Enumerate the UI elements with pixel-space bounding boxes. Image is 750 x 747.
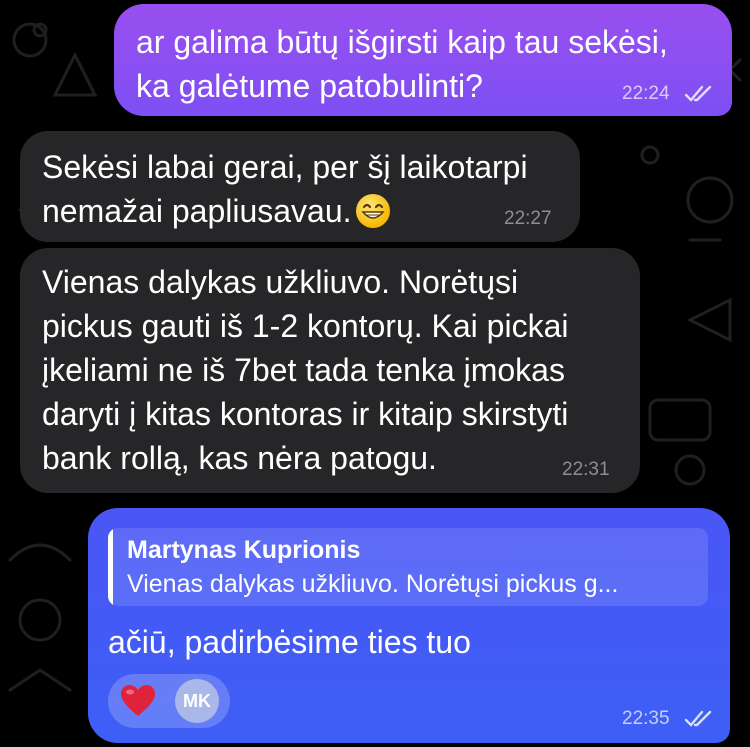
reply-author: Martynas Kuprionis <box>127 536 361 564</box>
double-check-icon <box>684 710 712 727</box>
message-text: ačiū, padirbėsime ties tuo <box>108 624 471 660</box>
reply-bar <box>108 528 113 606</box>
message-text: Sekėsi labai gerai, per šį laikotarpi ne… <box>42 149 528 229</box>
double-check-icon <box>684 85 712 102</box>
reaction-chip[interactable]: MK <box>108 674 230 728</box>
message-timestamp: 22:24 <box>622 83 670 104</box>
message-timestamp: 22:35 <box>622 708 670 729</box>
message-timestamp: 22:27 <box>504 208 552 229</box>
message-bubble-outgoing[interactable]: Martynas Kuprionis Vienas dalykas užkliu… <box>88 508 730 743</box>
grinning-face-icon <box>355 194 390 228</box>
reply-quote[interactable]: Martynas Kuprionis Vienas dalykas užkliu… <box>108 528 708 606</box>
heart-icon <box>121 685 155 716</box>
message-bubble-incoming[interactable]: Vienas dalykas užkliuvo. Norėtųsi pickus… <box>20 248 640 493</box>
message-text: ar galima būtų išgirsti kaip tau sekėsi,… <box>136 24 668 104</box>
message-bubble-incoming[interactable]: Sekėsi labai gerai, per šį laikotarpi ne… <box>20 131 580 242</box>
message-timestamp: 22:31 <box>562 459 610 480</box>
reply-preview: Vienas dalykas užkliuvo. Norėtųsi pickus… <box>127 570 619 598</box>
avatar: MK <box>175 679 219 723</box>
message-text: Vienas dalykas užkliuvo. Norėtųsi pickus… <box>42 264 569 476</box>
message-bubble-outgoing[interactable]: ar galima būtų išgirsti kaip tau sekėsi,… <box>114 4 732 116</box>
